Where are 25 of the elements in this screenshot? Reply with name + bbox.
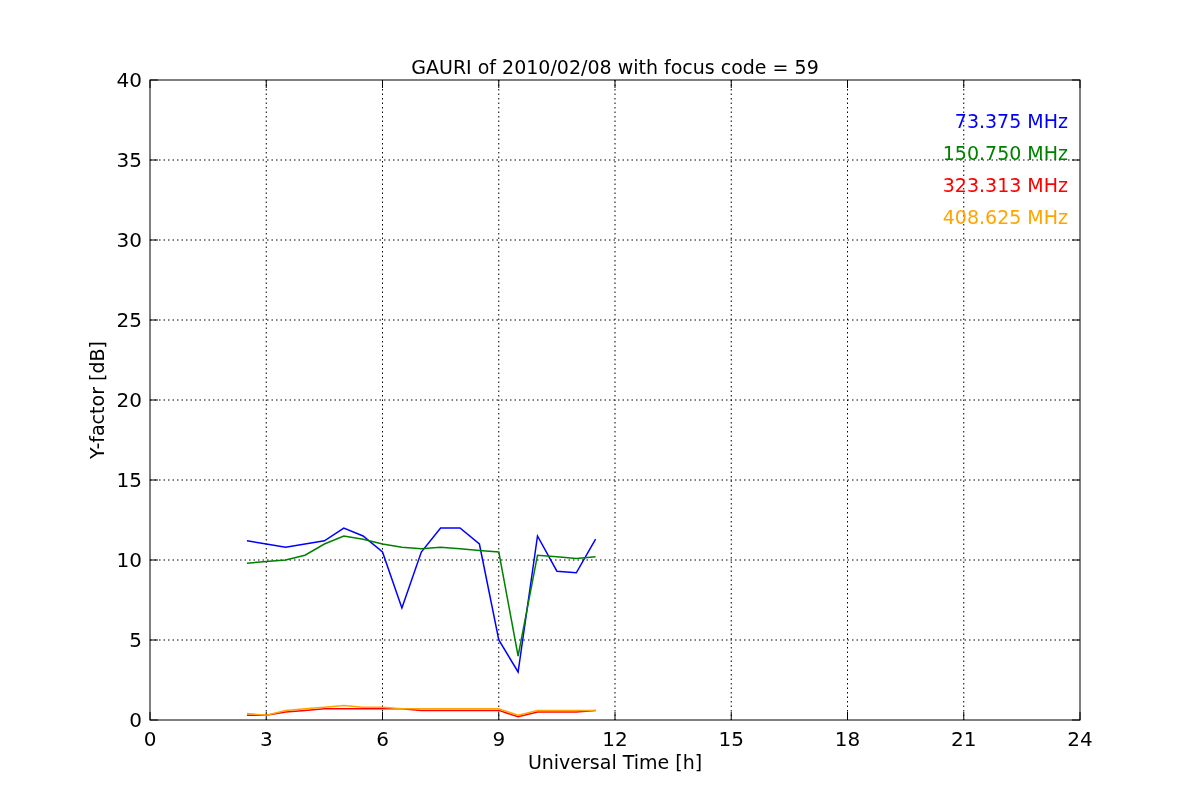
y-axis-label: Y-factor [dB]	[86, 341, 108, 459]
x-tick-label: 6	[376, 727, 389, 751]
x-tick-label: 15	[718, 727, 744, 751]
x-tick-label: 0	[143, 727, 157, 751]
y-tick-label: 15	[116, 468, 142, 492]
y-tick-label: 0	[129, 708, 142, 732]
x-tick-label: 18	[834, 727, 861, 751]
legend-label: 408.625 MHz	[942, 206, 1068, 228]
x-tick-label: 24	[1067, 727, 1093, 751]
y-tick-label: 40	[116, 68, 142, 92]
y-tick-label: 5	[129, 628, 142, 652]
y-tick-label: 30	[116, 228, 142, 252]
x-tick-label: 3	[259, 727, 273, 751]
x-tick-label: 9	[492, 727, 506, 751]
legend-label: 323.313 MHz	[942, 174, 1068, 196]
x-axis-label: Universal Time [h]	[527, 751, 703, 773]
y-tick-label: 10	[116, 548, 142, 572]
chart-title: GAURI of 2010/02/08 with focus code = 59	[411, 56, 819, 78]
y-tick-label: 35	[116, 148, 142, 172]
x-tick-label: 12	[602, 727, 628, 751]
legend-label: 150.750 MHz	[942, 142, 1068, 164]
y-tick-label: 20	[116, 388, 142, 412]
legend-label: 73.375 MHz	[954, 110, 1068, 132]
y-tick-label: 25	[116, 308, 142, 332]
x-tick-label: 21	[951, 727, 977, 751]
